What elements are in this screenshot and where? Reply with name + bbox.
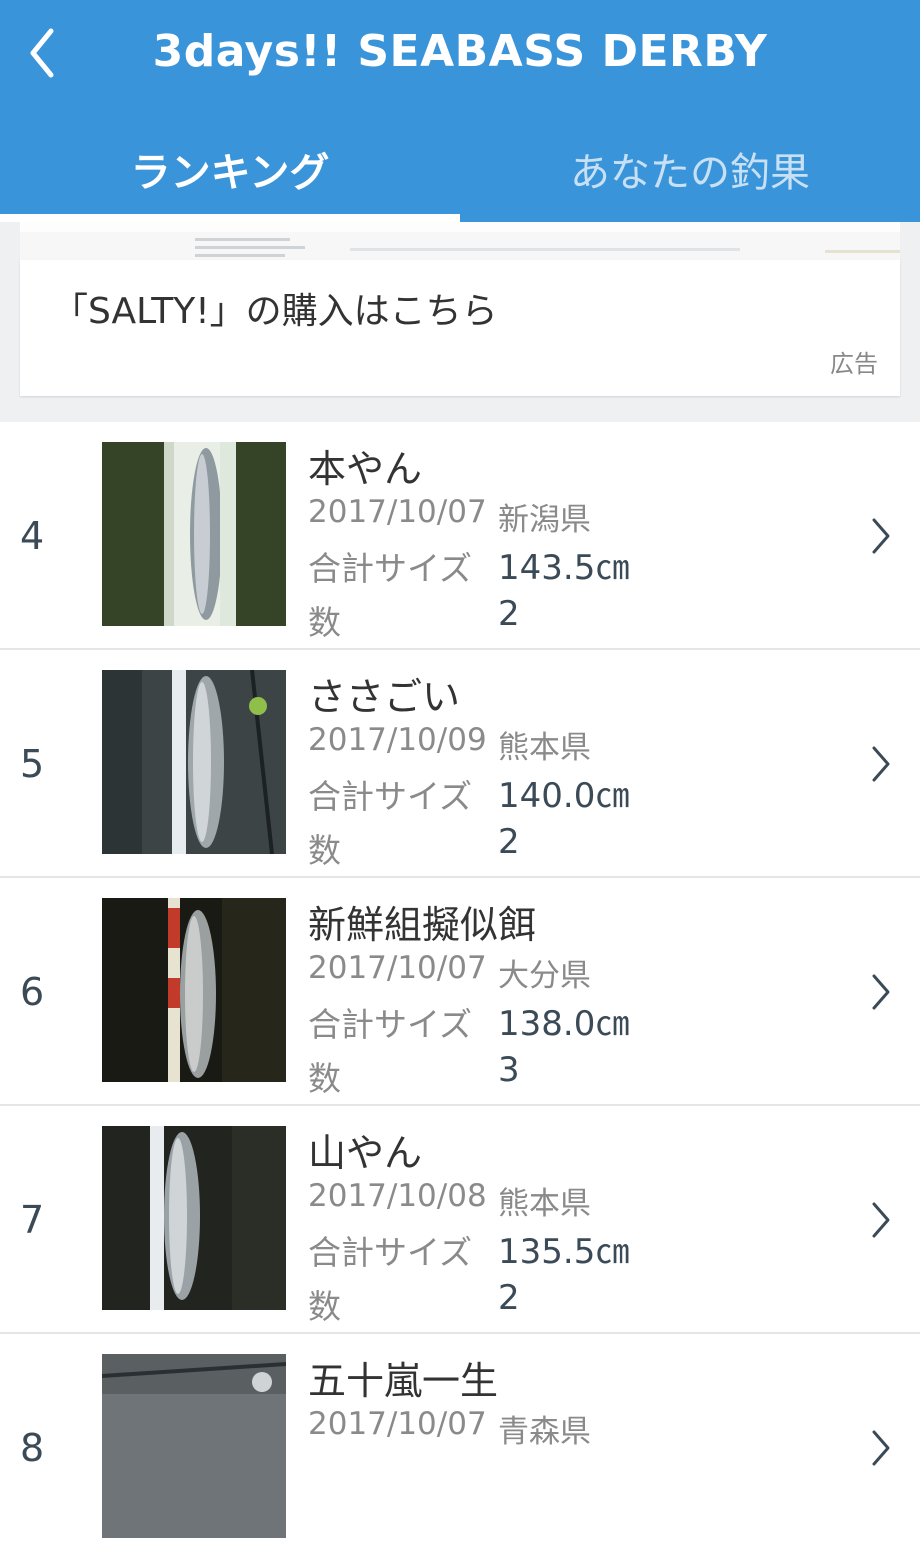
catch-date: 2017/10/07 — [308, 494, 487, 530]
catch-photo — [102, 1126, 286, 1310]
rank-number: 7 — [20, 1198, 45, 1242]
angler-name: 新鮮組擬似餌 — [308, 903, 537, 947]
ad-image-strip[interactable] — [20, 222, 900, 260]
total-size-value: 143.5㎝ — [498, 548, 630, 588]
ad-text[interactable]: 「SALTY!」の購入はこちら — [52, 282, 498, 334]
catch-photo — [102, 1354, 286, 1538]
active-tab-indicator — [0, 214, 460, 222]
catch-photo — [102, 670, 286, 854]
rank-number: 5 — [20, 742, 45, 786]
total-size-label: 合計サイズ — [308, 1233, 473, 1272]
ranking-row[interactable]: 4 本やん 2017/10/07 新潟県 合計サイズ 143.5㎝ 数 2 — [0, 422, 920, 648]
count-value: 2 — [498, 822, 520, 862]
ranking-row[interactable]: 5 ささごい 2017/10/09 熊本県 合計サイズ 140.0㎝ 数 2 — [0, 650, 920, 876]
chevron-right-icon — [872, 518, 890, 554]
count-label: 数 — [308, 1287, 341, 1326]
total-size-value: 140.0㎝ — [498, 776, 630, 816]
chevron-right-icon — [872, 1430, 890, 1466]
total-size-label: 合計サイズ — [308, 549, 473, 588]
total-size-label: 合計サイズ — [308, 1005, 473, 1044]
angler-name: 五十嵐一生 — [308, 1359, 499, 1403]
prefecture: 新潟県 — [498, 502, 591, 538]
count-label: 数 — [308, 831, 341, 870]
chevron-right-icon — [872, 1202, 890, 1238]
tab-ranking[interactable]: ランキング — [0, 140, 460, 198]
count-value: 2 — [498, 594, 520, 634]
ranking-row[interactable]: 7 山やん 2017/10/08 熊本県 合計サイズ 135.5㎝ 数 2 — [0, 1106, 920, 1332]
rank-number: 8 — [20, 1426, 45, 1470]
ad-label: 広告 — [830, 350, 878, 378]
catch-date: 2017/10/08 — [308, 1178, 487, 1214]
tab-your-results[interactable]: あなたの釣果 — [460, 140, 920, 198]
angler-name: 本やん — [308, 447, 423, 491]
count-label: 数 — [308, 1059, 341, 1098]
rank-number: 6 — [20, 970, 45, 1014]
prefecture: 青森県 — [498, 1414, 591, 1450]
catch-photo — [102, 898, 286, 1082]
catch-date: 2017/10/07 — [308, 1406, 487, 1442]
rank-number: 4 — [20, 514, 45, 558]
count-value: 3 — [498, 1050, 520, 1090]
app-header: 3days!! SEABASS DERBY ランキング あなたの釣果 — [0, 0, 920, 222]
angler-name: ささごい — [308, 675, 461, 719]
prefecture: 大分県 — [498, 958, 591, 994]
chevron-right-icon — [872, 746, 890, 782]
catch-photo — [102, 442, 286, 626]
page-title: 3days!! SEABASS DERBY — [152, 26, 768, 77]
ad-banner[interactable]: 「SALTY!」の購入はこちら 広告 — [20, 260, 900, 396]
ranking-row[interactable]: 6 新鮮組擬似餌 2017/10/07 大分県 合計サイズ 138.0㎝ 数 3 — [0, 878, 920, 1104]
chevron-right-icon — [872, 974, 890, 1010]
prefecture: 熊本県 — [498, 1186, 591, 1222]
catch-date: 2017/10/09 — [308, 722, 487, 758]
prefecture: 熊本県 — [498, 730, 591, 766]
total-size-value: 138.0㎝ — [498, 1004, 630, 1044]
catch-date: 2017/10/07 — [308, 950, 487, 986]
count-label: 数 — [308, 603, 341, 642]
total-size-value: 135.5㎝ — [498, 1232, 630, 1272]
angler-name: 山やん — [308, 1131, 423, 1175]
ranking-row[interactable]: 8 五十嵐一生 2017/10/07 青森県 — [0, 1334, 920, 1560]
total-size-label: 合計サイズ — [308, 777, 473, 816]
count-value: 2 — [498, 1278, 520, 1318]
